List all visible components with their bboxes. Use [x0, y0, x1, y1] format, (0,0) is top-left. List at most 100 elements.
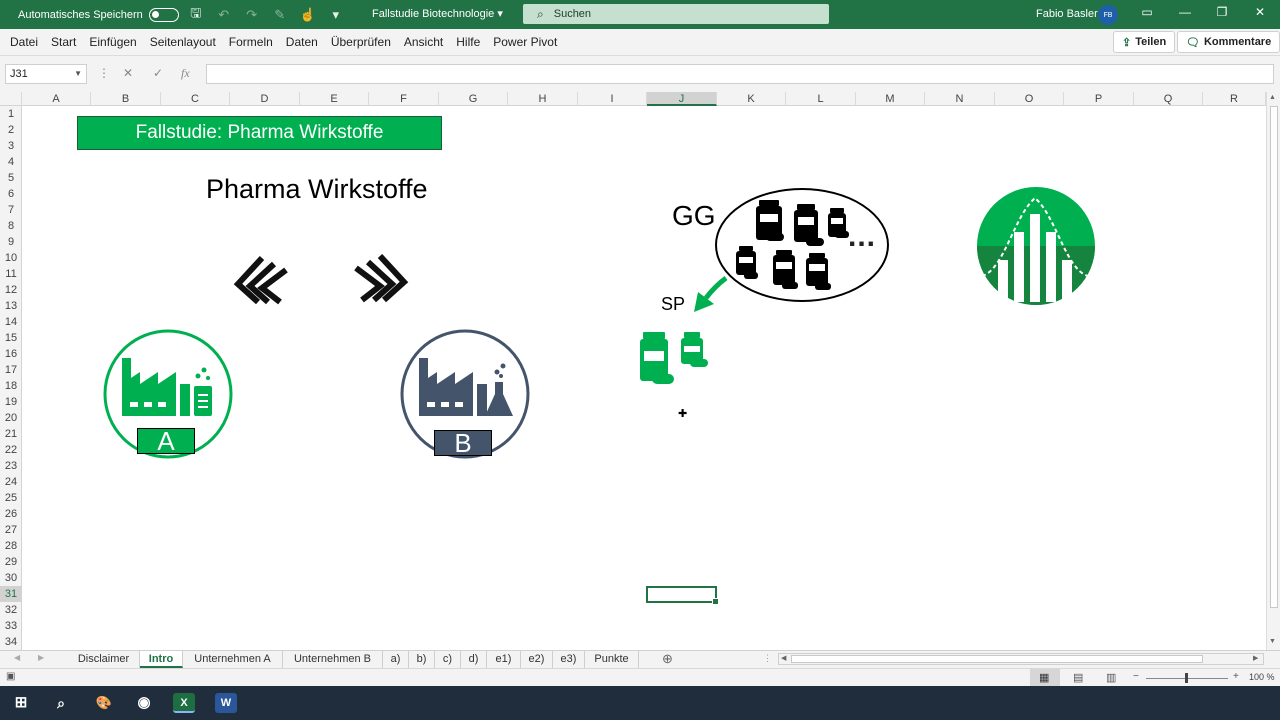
zoom-slider-thumb[interactable] [1185, 673, 1188, 683]
tab-ansicht[interactable]: Ansicht [404, 35, 443, 49]
row-header-22[interactable]: 22 [0, 442, 22, 458]
row-header-26[interactable]: 26 [0, 506, 22, 522]
row-header-2[interactable]: 2 [0, 122, 22, 138]
row-header-21[interactable]: 21 [0, 426, 22, 442]
row-header-19[interactable]: 19 [0, 394, 22, 410]
sample-pills-icon[interactable] [638, 330, 710, 388]
column-header-g[interactable]: G [439, 92, 508, 106]
row-header-27[interactable]: 27 [0, 522, 22, 538]
user-name[interactable]: Fabio Basler [1036, 8, 1098, 20]
row-header-33[interactable]: 33 [0, 618, 22, 634]
row-header-28[interactable]: 28 [0, 538, 22, 554]
row-header-18[interactable]: 18 [0, 378, 22, 394]
column-header-l[interactable]: L [786, 92, 856, 106]
factory-b-label[interactable]: B [434, 430, 492, 456]
tab-power-pivot[interactable]: Power Pivot [493, 35, 557, 49]
column-header-d[interactable]: D [230, 92, 300, 106]
row-header-24[interactable]: 24 [0, 474, 22, 490]
column-header-b[interactable]: B [91, 92, 161, 106]
column-header-k[interactable]: K [717, 92, 786, 106]
chevron-arrows-right-icon[interactable] [354, 252, 410, 304]
tab-scroll-left-icon[interactable]: ◀ [14, 653, 20, 662]
row-header-3[interactable]: 3 [0, 138, 22, 154]
comments-button[interactable]: 🗨 Kommentare [1177, 31, 1280, 53]
row-header-14[interactable]: 14 [0, 314, 22, 330]
row-header-5[interactable]: 5 [0, 170, 22, 186]
active-cell-selection[interactable] [646, 586, 719, 605]
touch-mode-icon[interactable]: ☝ [297, 7, 319, 23]
row-header-4[interactable]: 4 [0, 154, 22, 170]
row-header-1[interactable]: 1 [0, 106, 22, 122]
split-handle-icon[interactable]: ⋮ [763, 653, 772, 664]
zoom-in-icon[interactable]: + [1233, 671, 1239, 682]
name-box[interactable]: J31 ▼ [5, 64, 87, 84]
autosave-toggle[interactable] [148, 7, 179, 22]
sheet-tab-b[interactable]: b) [409, 651, 435, 668]
chevron-arrows-left-icon[interactable] [232, 254, 288, 306]
sheet-tab-d[interactable]: d) [461, 651, 487, 668]
row-header-8[interactable]: 8 [0, 218, 22, 234]
cancel-icon[interactable]: ✕ [123, 66, 133, 80]
page-heading[interactable]: Pharma Wirkstoffe [206, 174, 428, 205]
column-header-j[interactable]: J [647, 92, 717, 106]
paint-app-icon[interactable]: 🎨 [93, 693, 115, 713]
sheet-tab-e2[interactable]: e2) [521, 651, 553, 668]
row-header-20[interactable]: 20 [0, 410, 22, 426]
row-header-32[interactable]: 32 [0, 602, 22, 618]
redo-icon[interactable]: ↷ [241, 7, 263, 23]
scroll-right-icon[interactable]: ▶ [1253, 654, 1258, 662]
tab-formeln[interactable]: Formeln [229, 35, 273, 49]
row-header-6[interactable]: 6 [0, 186, 22, 202]
row-header-30[interactable]: 30 [0, 570, 22, 586]
horizontal-scrollbar[interactable]: ◀ ▶ [778, 653, 1264, 665]
horizontal-scroll-thumb[interactable] [791, 655, 1203, 663]
document-title[interactable]: Fallstudie Biotechnologie ▾ [372, 7, 503, 20]
column-header-n[interactable]: N [925, 92, 995, 106]
row-header-25[interactable]: 25 [0, 490, 22, 506]
search-input[interactable]: ⌕ Suchen [523, 4, 829, 24]
row-header-17[interactable]: 17 [0, 362, 22, 378]
zoom-out-icon[interactable]: − [1133, 671, 1139, 682]
ribbon-display-icon[interactable]: ▭ [1137, 5, 1157, 23]
sheet-tab-intro[interactable]: Intro [140, 651, 183, 668]
tab-scroll-right-icon[interactable]: ▶ [38, 653, 44, 662]
select-all-corner[interactable] [0, 92, 22, 106]
row-header-31[interactable]: 31 [0, 586, 22, 602]
customize-toolbar-icon[interactable]: ▾ [325, 7, 347, 23]
insert-function-icon[interactable]: fx [181, 66, 190, 81]
sheet-tab-e1[interactable]: e1) [487, 651, 521, 668]
column-header-i[interactable]: I [578, 92, 647, 106]
formula-input[interactable] [206, 64, 1274, 84]
row-header-23[interactable]: 23 [0, 458, 22, 474]
sheet-tab-a[interactable]: a) [383, 651, 409, 668]
column-header-o[interactable]: O [995, 92, 1064, 106]
column-header-r[interactable]: R [1203, 92, 1266, 106]
row-header-7[interactable]: 7 [0, 202, 22, 218]
page-layout-view-icon[interactable]: ▤ [1073, 671, 1083, 684]
tab-daten[interactable]: Daten [286, 35, 318, 49]
tab-start[interactable]: Start [51, 35, 76, 49]
scroll-down-icon[interactable]: ▼ [1269, 638, 1276, 645]
sheet-tab-c[interactable]: c) [435, 651, 461, 668]
sheet-tab-unternehmen-b[interactable]: Unternehmen B [283, 651, 383, 668]
population-label[interactable]: GG [672, 200, 716, 232]
save-icon[interactable]: 🖫 [185, 4, 207, 26]
normal-distribution-icon[interactable] [974, 186, 1098, 306]
sheet-tab-unternehmen-a[interactable]: Unternehmen A [183, 651, 283, 668]
vertical-scroll-thumb[interactable] [1270, 106, 1278, 608]
tab-einfuegen[interactable]: Einfügen [89, 35, 136, 49]
confirm-icon[interactable]: ✓ [153, 66, 163, 80]
format-painter-icon[interactable]: ✎ [269, 7, 291, 23]
taskbar-search-icon[interactable]: ⌕ [50, 693, 72, 713]
row-header-16[interactable]: 16 [0, 346, 22, 362]
column-header-a[interactable]: A [22, 92, 91, 106]
tab-seitenlayout[interactable]: Seitenlayout [150, 35, 216, 49]
autosave-control[interactable]: Automatisches Speichern 🖫 ↶ ↷ ✎ ☝ ▾ [18, 4, 347, 26]
row-header-15[interactable]: 15 [0, 330, 22, 346]
sheet-tab-e3[interactable]: e3) [553, 651, 585, 668]
vertical-scrollbar[interactable]: ▲ ▼ [1266, 92, 1280, 650]
column-header-e[interactable]: E [300, 92, 369, 106]
word-app-icon[interactable]: W [215, 693, 237, 713]
restore-icon[interactable]: ❐ [1212, 5, 1232, 23]
add-sheet-icon[interactable]: ⊕ [662, 651, 673, 667]
